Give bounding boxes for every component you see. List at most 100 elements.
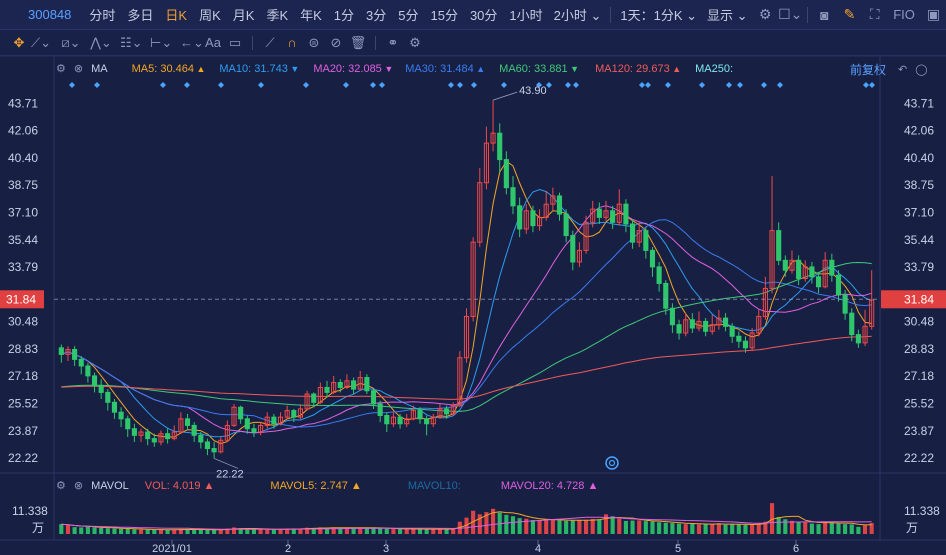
period-tab[interactable]: 15分 [424,5,463,24]
volume-bar [158,529,164,534]
period-tab[interactable]: 季K [260,5,294,24]
checkbox-icon[interactable]: ☐⌄ [778,6,803,23]
signal-marker [501,82,507,88]
volume-bar [265,529,270,534]
price-label-left: 37.10 [8,205,38,219]
wave-tool-icon[interactable]: ⋀⌄ [90,35,112,51]
signal-marker [761,82,767,88]
signal-marker [665,82,671,88]
fullscreen-icon[interactable]: ⛶ [862,6,887,23]
lock-icon[interactable]: ⊜ [303,35,325,51]
candle-body [251,428,257,433]
range-dropdown[interactable]: 1天：1分K ⌄ [615,5,702,24]
date-label: 2021/01 [152,543,192,555]
volume-bar [796,521,801,534]
volume-bar [530,520,535,534]
ruler-icon[interactable]: ⟋ [259,35,281,51]
line-tool-icon[interactable]: ⟋⌄ [30,35,52,51]
candle-body [424,418,430,425]
volume-bar [657,522,662,534]
period-tab[interactable]: 5分 [392,5,424,24]
hide-icon[interactable]: ⊘ [325,35,347,51]
candle-body [311,393,317,403]
price-label-right: 33.79 [904,260,934,274]
candle-body [417,410,423,420]
settings-icon[interactable]: ⚙ [753,6,778,23]
stock-code[interactable]: 300848 [28,7,71,22]
volume-bar [862,525,868,534]
period-tab[interactable]: 周K [193,5,227,24]
volume-bar [783,519,788,534]
period-tab[interactable]: 分时 [83,5,121,24]
volume-bar [384,528,389,534]
candle-body [503,159,509,189]
pencil-icon[interactable]: ✎ [837,6,862,23]
two-hour-dropdown[interactable]: 2小时 ⌄ [549,5,607,24]
measure-tool-icon[interactable]: ⊢⌄ [150,35,172,51]
period-tab[interactable]: 1分 [328,5,360,24]
volume-bar [517,518,522,534]
price-label-left: 35.44 [8,233,38,247]
candle-body [643,230,649,251]
volume-bar [132,529,137,534]
period-tab[interactable]: 日K [159,5,193,24]
text-tool-icon[interactable]: Aa [202,35,224,50]
volume-bar [597,519,602,534]
candle-body [131,428,137,436]
volume-bar [617,518,622,534]
candle-body [118,411,124,420]
candle-body [211,448,217,453]
comment-icon[interactable]: ▭ [224,35,246,51]
price-label-left: 38.75 [8,178,38,192]
period-tab[interactable]: 多日 [121,5,159,24]
candle-body [563,213,569,237]
window-icon[interactable]: ▣ [921,6,946,23]
volume-bar [683,524,688,534]
period-tab[interactable]: 30分 [464,5,503,24]
volume-bar [119,528,124,534]
candle-body [829,259,835,276]
price-chart[interactable]: 43.71 43.71 42.06 42.06 40.40 40.40 38.75 38.75… [0,56,946,555]
link-icon[interactable]: ⚭ [382,35,404,51]
volume-bar [584,519,589,534]
volume-bar [398,529,403,534]
candle-body [384,415,390,425]
candle-body [337,381,343,388]
price-label-left: 25.52 [8,397,38,411]
fio-button[interactable]: FIO [887,7,921,22]
volume-bar [72,527,77,534]
signal-marker [565,82,571,88]
volume-bar [550,519,555,534]
fib-tool-icon[interactable]: ☷⌄ [120,35,143,51]
display-dropdown[interactable]: 显示 ⌄ [702,5,753,24]
signal-marker [639,82,645,88]
volume-bar [537,520,542,534]
period-tab[interactable]: 年K [294,5,328,24]
arrow-tool-icon[interactable]: ←⌄ [180,35,204,51]
camera-icon[interactable]: ◙ [812,7,837,23]
price-label-left: 33.79 [8,260,38,274]
volume-bars [59,503,874,534]
volume-bar [577,520,582,534]
signal-marker [370,82,376,88]
volume-bar [623,520,628,534]
price-label-right: 23.87 [904,424,934,438]
period-tab[interactable]: 1小时 [503,5,548,24]
signal-marker [69,82,75,88]
candle-body [736,335,742,342]
period-tab[interactable]: 3分 [360,5,392,24]
date-label: 3 [383,543,389,555]
period-tab[interactable]: 月K [227,5,261,24]
draw-settings-icon[interactable]: ⚙ [404,35,426,51]
magnet-icon[interactable]: ∩ [281,35,303,50]
channel-tool-icon[interactable]: ⧄⌄ [60,35,82,51]
signal-marker [737,82,743,88]
price-label-right: 30.48 [904,315,934,329]
candle-body [649,249,656,268]
crosshair-icon[interactable]: ✥ [8,35,30,51]
trash-icon[interactable]: 🗑 [347,35,369,51]
candle-body [570,235,576,263]
candle-body [364,377,370,392]
volume-bar [205,529,210,534]
signal-marker [863,82,869,88]
